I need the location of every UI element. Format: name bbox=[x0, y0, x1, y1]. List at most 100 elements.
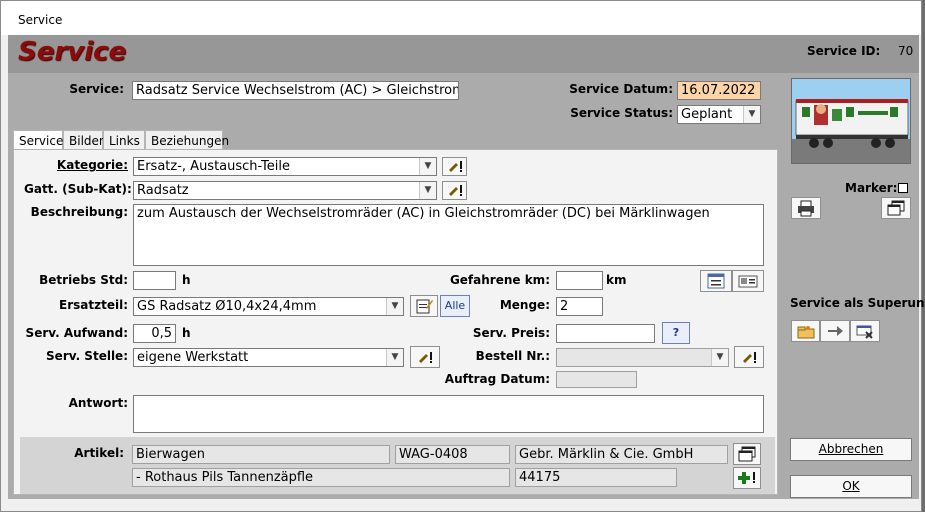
side-panel: Marker: Service als Superung Abbrechen O… bbox=[788, 73, 925, 499]
kategorie-select[interactable]: Ersatz-, Austausch-Teile ▼ bbox=[133, 157, 437, 176]
notepad-icon bbox=[416, 299, 433, 314]
card-view-button[interactable] bbox=[732, 270, 764, 292]
card-icon bbox=[738, 275, 758, 288]
abbrechen-button[interactable]: Abbrechen bbox=[790, 438, 912, 461]
bestell-label: Bestell Nr.: bbox=[475, 349, 550, 363]
copy-button[interactable] bbox=[881, 197, 911, 219]
window-title: Service bbox=[18, 13, 63, 27]
artikel-number-field: WAG-0408 bbox=[395, 445, 510, 464]
kategorie-value: Ersatz-, Austausch-Teile bbox=[137, 159, 290, 174]
marker-checkbox[interactable] bbox=[898, 183, 908, 193]
preis-input[interactable] bbox=[556, 324, 655, 343]
arrow-right-icon bbox=[828, 326, 843, 336]
service-window: Service Service Service ID: 70 Service: … bbox=[0, 0, 925, 512]
betriebs-input[interactable] bbox=[133, 271, 176, 290]
title-bar: Service bbox=[1, 1, 921, 35]
kategorie-edit-button[interactable] bbox=[442, 157, 467, 176]
edit-icon bbox=[448, 185, 462, 196]
marker-label: Marker: bbox=[845, 181, 898, 195]
window-stack-icon bbox=[887, 200, 905, 216]
superung-forward-button[interactable] bbox=[820, 320, 850, 342]
aufwand-input[interactable]: 0,5 bbox=[133, 324, 176, 343]
remove-window-icon bbox=[856, 325, 873, 339]
edit-icon bbox=[448, 161, 462, 172]
gatt-select[interactable]: Radsatz ▼ bbox=[133, 181, 437, 200]
artikel-label: Artikel: bbox=[74, 446, 124, 460]
help-button[interactable]: ? bbox=[662, 322, 690, 344]
stelle-label: Serv. Stelle: bbox=[46, 349, 128, 363]
print-button[interactable] bbox=[791, 197, 821, 219]
chevron-down-icon[interactable]: ▼ bbox=[386, 349, 403, 366]
wagon-image-art bbox=[792, 79, 910, 163]
superung-remove-button[interactable] bbox=[850, 320, 880, 342]
service-label: Service: bbox=[69, 82, 124, 96]
printer-icon bbox=[798, 200, 814, 217]
ersatzteil-notes-button[interactable] bbox=[410, 295, 438, 317]
service-id-value: 70 bbox=[898, 44, 914, 58]
gatt-value: Radsatz bbox=[137, 183, 189, 198]
stelle-select[interactable]: eigene Werkstatt ▼ bbox=[133, 348, 404, 367]
list-icon bbox=[707, 273, 725, 289]
tab-links[interactable]: Links bbox=[103, 130, 145, 150]
gefahrene-input[interactable] bbox=[556, 271, 603, 290]
ersatzteil-select[interactable]: GS Radsatz Ø10,4x24,4mm ▼ bbox=[133, 297, 404, 316]
chevron-down-icon[interactable]: ▼ bbox=[743, 106, 760, 123]
artikel-add-button[interactable] bbox=[733, 467, 761, 489]
client-area: Service Service ID: 70 Service: Radsatz … bbox=[8, 35, 925, 499]
antwort-textarea[interactable] bbox=[133, 395, 764, 433]
kategorie-label: Kategorie: bbox=[56, 158, 128, 172]
edit-icon bbox=[419, 352, 432, 363]
ersatzteil-value: GS Radsatz Ø10,4x24,4mm bbox=[137, 299, 317, 314]
auftrag-input[interactable] bbox=[556, 371, 637, 388]
list-view-button[interactable] bbox=[700, 270, 732, 292]
artikel-name-field: Bierwagen bbox=[132, 445, 390, 464]
menge-label: Menge: bbox=[499, 298, 550, 312]
gatt-label: Gatt. (Sub-Kat): bbox=[24, 182, 132, 196]
ok-button[interactable]: OK bbox=[790, 475, 912, 498]
edit-icon bbox=[743, 352, 756, 363]
service-status-select[interactable]: Geplant ▼ bbox=[677, 105, 761, 124]
service-datum-input[interactable]: 16.07.2022 bbox=[677, 81, 761, 100]
artikel-open-button[interactable] bbox=[733, 443, 761, 465]
preis-label: Serv. Preis: bbox=[472, 326, 550, 340]
chevron-down-icon[interactable]: ▼ bbox=[386, 298, 403, 315]
tab-service[interactable]: Service bbox=[13, 130, 63, 151]
artikel-code-field: 44175 bbox=[515, 468, 677, 487]
window-stack-icon bbox=[738, 446, 756, 462]
wagon-image bbox=[791, 78, 911, 164]
page-title: Service bbox=[18, 37, 127, 67]
gefahrene-label: Gefahrene km: bbox=[449, 273, 550, 287]
stelle-edit-button[interactable] bbox=[410, 346, 440, 368]
auftrag-label: Auftrag Datum: bbox=[444, 372, 550, 386]
bestell-edit-button[interactable] bbox=[734, 346, 764, 368]
gatt-edit-button[interactable] bbox=[442, 181, 467, 200]
tab-beziehungen[interactable]: Beziehungen bbox=[145, 130, 229, 150]
chevron-down-icon[interactable]: ▼ bbox=[711, 349, 728, 366]
gefahrene-unit: km bbox=[606, 273, 627, 287]
folder-star-icon bbox=[797, 326, 814, 339]
artikel-box: Artikel: Bierwagen WAG-0408 Gebr. Märkli… bbox=[20, 437, 775, 494]
header-bar: Service Service ID: 70 bbox=[8, 35, 919, 73]
beschreibung-label: Beschreibung: bbox=[30, 205, 128, 219]
artikel-maker-field: Gebr. Märklin & Cie. GmbH bbox=[515, 445, 728, 464]
service-id-label: Service ID: bbox=[807, 44, 881, 58]
service-status-value: Geplant bbox=[681, 107, 733, 122]
chevron-down-icon[interactable]: ▼ bbox=[419, 182, 436, 199]
superung-new-button[interactable] bbox=[791, 320, 820, 342]
beschreibung-textarea[interactable]: zum Austausch der Wechselstromräder (AC)… bbox=[133, 204, 764, 266]
aufwand-label: Serv. Aufwand: bbox=[25, 326, 128, 340]
tab-bilder[interactable]: Bilder bbox=[63, 130, 104, 150]
ersatzteil-label: Ersatzteil: bbox=[59, 298, 128, 312]
antwort-label: Antwort: bbox=[68, 396, 128, 410]
menge-input[interactable]: 2 bbox=[556, 297, 603, 316]
stelle-value: eigene Werkstatt bbox=[137, 350, 249, 365]
betriebs-unit: h bbox=[182, 273, 191, 287]
chevron-down-icon[interactable]: ▼ bbox=[419, 158, 436, 175]
bestell-select[interactable]: ▼ bbox=[556, 348, 729, 367]
aufwand-unit: h bbox=[182, 326, 191, 340]
betriebs-label: Betriebs Std: bbox=[39, 273, 128, 287]
superung-label: Service als Superung bbox=[790, 296, 925, 310]
artikel-subtitle-field: - Rothaus Pils Tannenzäpfle bbox=[132, 468, 510, 487]
service-status-label: Service Status: bbox=[570, 106, 673, 120]
service-name-input[interactable]: Radsatz Service Wechselstrom (AC) > Glei… bbox=[132, 81, 459, 100]
